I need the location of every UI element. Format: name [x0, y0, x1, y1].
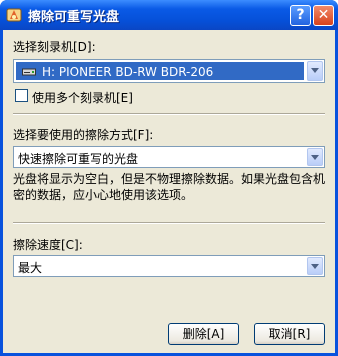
- erase-speed-dropdown-arrow[interactable]: [307, 257, 323, 275]
- recorder-select[interactable]: H: PIONEER BD-RW BDR-206: [13, 59, 325, 83]
- recorder-label: 选择刻录机[D]:: [13, 40, 96, 54]
- recorder-selected-row: H: PIONEER BD-RW BDR-206: [16, 62, 304, 80]
- close-button[interactable]: ✕: [313, 5, 334, 26]
- erase-disc-dialog: 擦除可重写光盘 ? ✕ 选择刻录机[D]: H: PIONEER BD-RW B…: [0, 0, 338, 356]
- separator: [13, 113, 325, 115]
- window-title: 擦除可重写光盘: [28, 10, 120, 25]
- burn-app-icon: [6, 8, 22, 22]
- recorder-dropdown-arrow[interactable]: [307, 61, 323, 81]
- title-bar[interactable]: 擦除可重写光盘 ? ✕: [0, 0, 338, 30]
- erase-button[interactable]: 删除[A]: [168, 323, 239, 345]
- recorder-selected-value: H: PIONEER BD-RW BDR-206: [42, 65, 214, 79]
- erase-speed-select[interactable]: 最大: [13, 255, 325, 277]
- erase-method-dropdown-arrow[interactable]: [307, 148, 323, 166]
- multi-recorder-checkbox[interactable]: [15, 89, 28, 102]
- separator: [13, 222, 325, 224]
- erase-speed-value: 最大: [18, 261, 43, 275]
- help-button[interactable]: ?: [290, 5, 311, 26]
- erase-method-label: 选择要使用的擦除方式[F]:: [13, 128, 154, 142]
- multi-recorder-label[interactable]: 使用多个刻录机[E]: [32, 89, 133, 106]
- optical-drive-icon: [22, 68, 36, 76]
- erase-speed-label: 擦除速度[C]:: [13, 238, 83, 252]
- erase-method-select[interactable]: 快速擦除可重写的光盘: [13, 146, 325, 168]
- dialog-body: 选择刻录机[D]: H: PIONEER BD-RW BDR-206 使用多个刻…: [3, 30, 335, 353]
- cancel-button[interactable]: 取消[R]: [254, 323, 325, 345]
- erase-method-value: 快速擦除可重写的光盘: [18, 152, 139, 166]
- erase-method-description: 光盘将显示为空白，但是不物理擦除数据。如果光盘包含机密的数据，应小心地使用该选项…: [13, 172, 326, 202]
